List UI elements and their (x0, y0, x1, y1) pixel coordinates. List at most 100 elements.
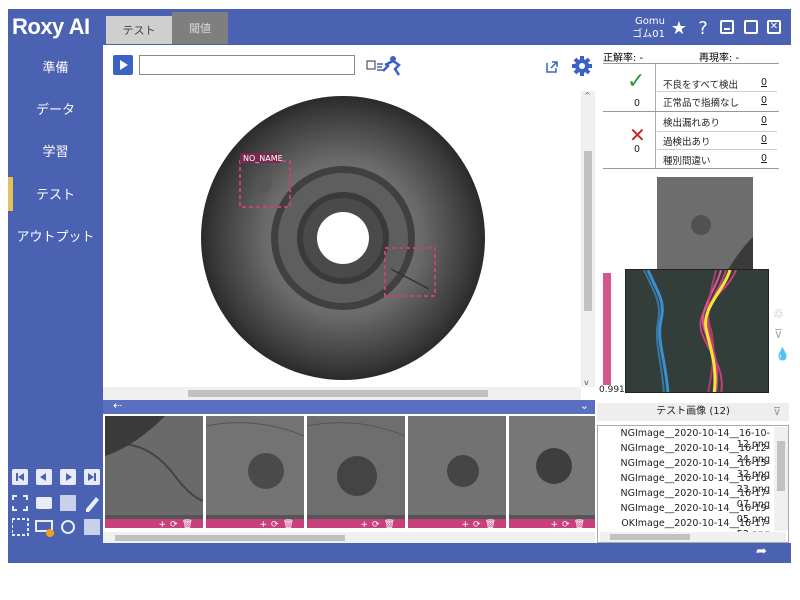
chevron-down-icon[interactable]: ⌄ (580, 399, 589, 412)
row-label: 種別間違い (663, 156, 711, 167)
row-value[interactable]: 0 (761, 153, 767, 164)
test-images-title: テスト画像 (12) (597, 403, 789, 421)
recycle-icon[interactable]: ♲ (773, 307, 784, 321)
list-filter-icon[interactable]: ⊽ (773, 405, 781, 418)
scroll-down-icon[interactable]: v (584, 378, 589, 387)
list-horizontal-scrollbar[interactable] (600, 532, 786, 542)
dots-icon (84, 519, 100, 535)
scroll-thumb[interactable] (115, 535, 345, 541)
scroll-thumb[interactable] (777, 441, 785, 491)
metrics-header: 正解率: - 再現率: - (603, 49, 783, 64)
ok-count: 0 (634, 98, 641, 109)
viewer-vertical-scrollbar[interactable]: ^ v (581, 91, 595, 387)
feature-graph (625, 269, 769, 393)
results-panel: 正解率: - 再現率: - ✓ 0 ✕ 0 不良をすべて検出 0 正常品で指摘な… (595, 45, 791, 543)
status-bar: ➦ (8, 543, 791, 563)
scroll-thumb[interactable] (188, 390, 488, 397)
list-item[interactable]: NGImage__2020-10-14__16-16-23.png (602, 473, 770, 495)
image-viewer: NO_NAME ^ v (103, 45, 595, 400)
region-label: NO_NAME (243, 154, 283, 163)
sidebar-active-indicator (8, 177, 13, 211)
sidebar-item-prepare[interactable]: 準備 (8, 45, 103, 87)
scroll-up-icon[interactable]: ^ (584, 91, 591, 100)
list-item[interactable]: NGImage__2020-10-14__16-15-32.png (602, 458, 770, 480)
tab-test[interactable]: テスト (106, 12, 172, 44)
open-external-icon[interactable] (545, 59, 559, 73)
thumbnail[interactable]: +⟳🗑 (509, 416, 595, 528)
list-scrollbar[interactable] (774, 427, 788, 531)
thumbnail[interactable]: +⟳🗑 (206, 416, 304, 528)
settings-gear-icon[interactable] (571, 55, 593, 77)
sidebar-item-data[interactable]: データ (8, 87, 103, 129)
grid-icon (60, 495, 76, 511)
tool-palette (11, 469, 100, 541)
viewer-horizontal-scrollbar[interactable] (103, 387, 581, 400)
divider (603, 63, 779, 64)
recall-label: 再現率: - (699, 53, 740, 64)
help-icon[interactable]: ? (692, 18, 714, 39)
crop-preview (657, 177, 753, 271)
share-icon[interactable]: ➦ (756, 544, 767, 559)
ng-count: 0 (634, 144, 641, 155)
filmstrip: +⟳🗑 +⟳🗑 +⟳🗑 +⟳🗑 +⟳🗑 (103, 414, 595, 544)
list-item[interactable]: NGImage__2020-10-14__16-17-07.png (602, 488, 770, 510)
scroll-thumb[interactable] (610, 534, 690, 540)
project-name: ゴム01 (632, 29, 665, 40)
thumbnail[interactable]: +⟳🗑 (307, 416, 405, 528)
check-icon: ✓ (627, 69, 646, 94)
divider (603, 168, 779, 169)
row-label: 過検出あり (663, 137, 711, 148)
pen-icon (86, 497, 99, 512)
score-bar (603, 273, 611, 385)
thumbnail-actions[interactable]: +⟳🗑 (307, 519, 405, 528)
star-icon[interactable]: ★ (668, 18, 690, 39)
thumbnail-actions[interactable]: +⟳🗑 (408, 519, 506, 528)
fit-icon (12, 495, 28, 511)
sidebar-item-output[interactable]: アウトプット (8, 214, 103, 256)
row-value[interactable]: 0 (761, 134, 767, 145)
user-name: Gomu (635, 16, 665, 27)
divider (657, 149, 777, 150)
thumbnail-actions[interactable]: +⟳🗑 (206, 519, 304, 528)
thumbnail-actions[interactable]: +⟳🗑 (105, 519, 203, 528)
minimize-icon[interactable] (720, 20, 734, 34)
thumbnail[interactable]: +⟳🗑 (105, 416, 203, 528)
tab-threshold[interactable]: 閾値 (172, 12, 228, 44)
row-value[interactable]: 0 (761, 95, 767, 106)
row-value[interactable]: 0 (761, 77, 767, 88)
sidebar-item-test[interactable]: テスト (8, 172, 103, 214)
app-logo: Roxy AI (12, 14, 90, 39)
maximize-icon[interactable] (744, 20, 758, 34)
drop-icon[interactable]: 💧 (775, 347, 790, 361)
play-button[interactable] (113, 55, 133, 75)
test-image-list: NGImage__2020-10-14__16-10-12.png NGImag… (597, 425, 789, 543)
auto-run-toggle[interactable] (365, 53, 405, 77)
select-icon (11, 518, 29, 536)
scroll-thumb[interactable] (584, 151, 592, 311)
list-item[interactable]: NGImage__2020-10-14__16-12-24.png (602, 443, 770, 465)
filmstrip-header: ⇠ ⌄ (103, 399, 595, 414)
thumbnail-actions[interactable]: +⟳🗑 (509, 519, 595, 528)
sidebar-item-train[interactable]: 学習 (8, 129, 103, 171)
camera-icon (36, 497, 52, 509)
inspection-image[interactable]: NO_NAME (103, 91, 581, 387)
list-item[interactable]: NGImage__2020-10-14__16-10-12.png (602, 428, 770, 450)
close-icon[interactable]: ✕ (767, 20, 781, 34)
link-icon (61, 520, 75, 534)
divider (655, 64, 656, 168)
divider (603, 111, 779, 112)
list-item[interactable]: NGImage__2020-10-14__16-19-05.png (602, 503, 770, 525)
collapse-left-icon[interactable]: ⇠ (113, 399, 122, 412)
app-window: Roxy AI テスト 閾値 Gomu ゴム01 ★ ? ✕ 準備 データ 学習… (8, 9, 791, 563)
divider (657, 91, 777, 92)
viewer-toolbar (103, 45, 595, 91)
row-label: 検出漏れあり (663, 118, 721, 129)
filter-icon[interactable]: ⊽ (774, 327, 783, 341)
thumbnail[interactable]: +⟳🗑 (408, 416, 506, 528)
user-info: Gomu ゴム01 (615, 15, 665, 41)
image-path-input[interactable] (139, 55, 355, 75)
row-label: 不良をすべて検出 (663, 80, 738, 91)
list-item[interactable]: OKImage__2020-10-14__16-17-52.png (602, 518, 770, 540)
divider (657, 131, 777, 132)
row-value[interactable]: 0 (761, 115, 767, 126)
